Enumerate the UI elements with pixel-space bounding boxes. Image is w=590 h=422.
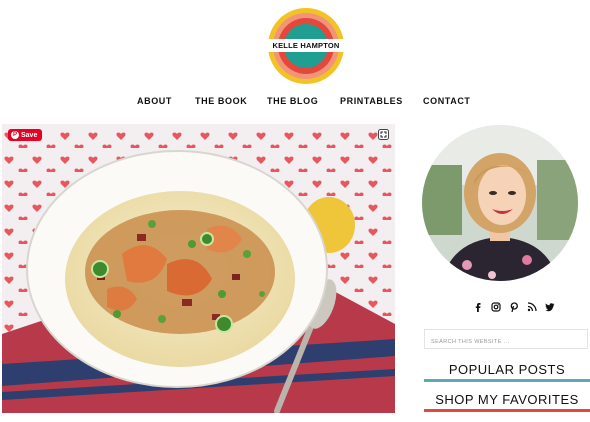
social-links	[473, 299, 555, 313]
main-navigation: ABOUT THE BOOK THE BLOG PRINTABLES CONTA…	[0, 96, 590, 110]
site-logo[interactable]: KELLE HAMPTON	[268, 8, 344, 84]
pinterest-icon: P	[11, 131, 19, 139]
facebook-icon[interactable]	[473, 299, 483, 312]
nav-the-blog[interactable]: THE BLOG	[267, 96, 318, 106]
instagram-icon[interactable]	[491, 299, 501, 312]
pinterest-icon[interactable]	[509, 299, 519, 313]
pinterest-save-button[interactable]: P Save	[8, 129, 43, 141]
featured-post-image[interactable]: P Save	[2, 124, 395, 413]
site-search	[424, 329, 588, 351]
save-label: Save	[21, 131, 38, 139]
search-input[interactable]	[425, 333, 587, 351]
nav-about[interactable]: ABOUT	[137, 96, 172, 106]
nav-the-book[interactable]: THE BOOK	[195, 96, 247, 106]
shop-my-favorites-heading[interactable]: SHOP MY FAVORITES	[424, 392, 590, 412]
expand-icon[interactable]	[378, 129, 389, 140]
nav-contact[interactable]: CONTACT	[423, 96, 471, 106]
author-avatar	[422, 125, 578, 281]
logo-text: KELLE HAMPTON	[268, 39, 344, 52]
twitter-icon[interactable]	[545, 299, 555, 312]
rss-icon[interactable]	[527, 299, 537, 312]
nav-printables[interactable]: PRINTABLES	[340, 96, 403, 106]
popular-posts-heading[interactable]: POPULAR POSTS	[424, 362, 590, 382]
shrimp-and-grits-photo	[2, 124, 395, 413]
author-photo	[422, 125, 578, 281]
